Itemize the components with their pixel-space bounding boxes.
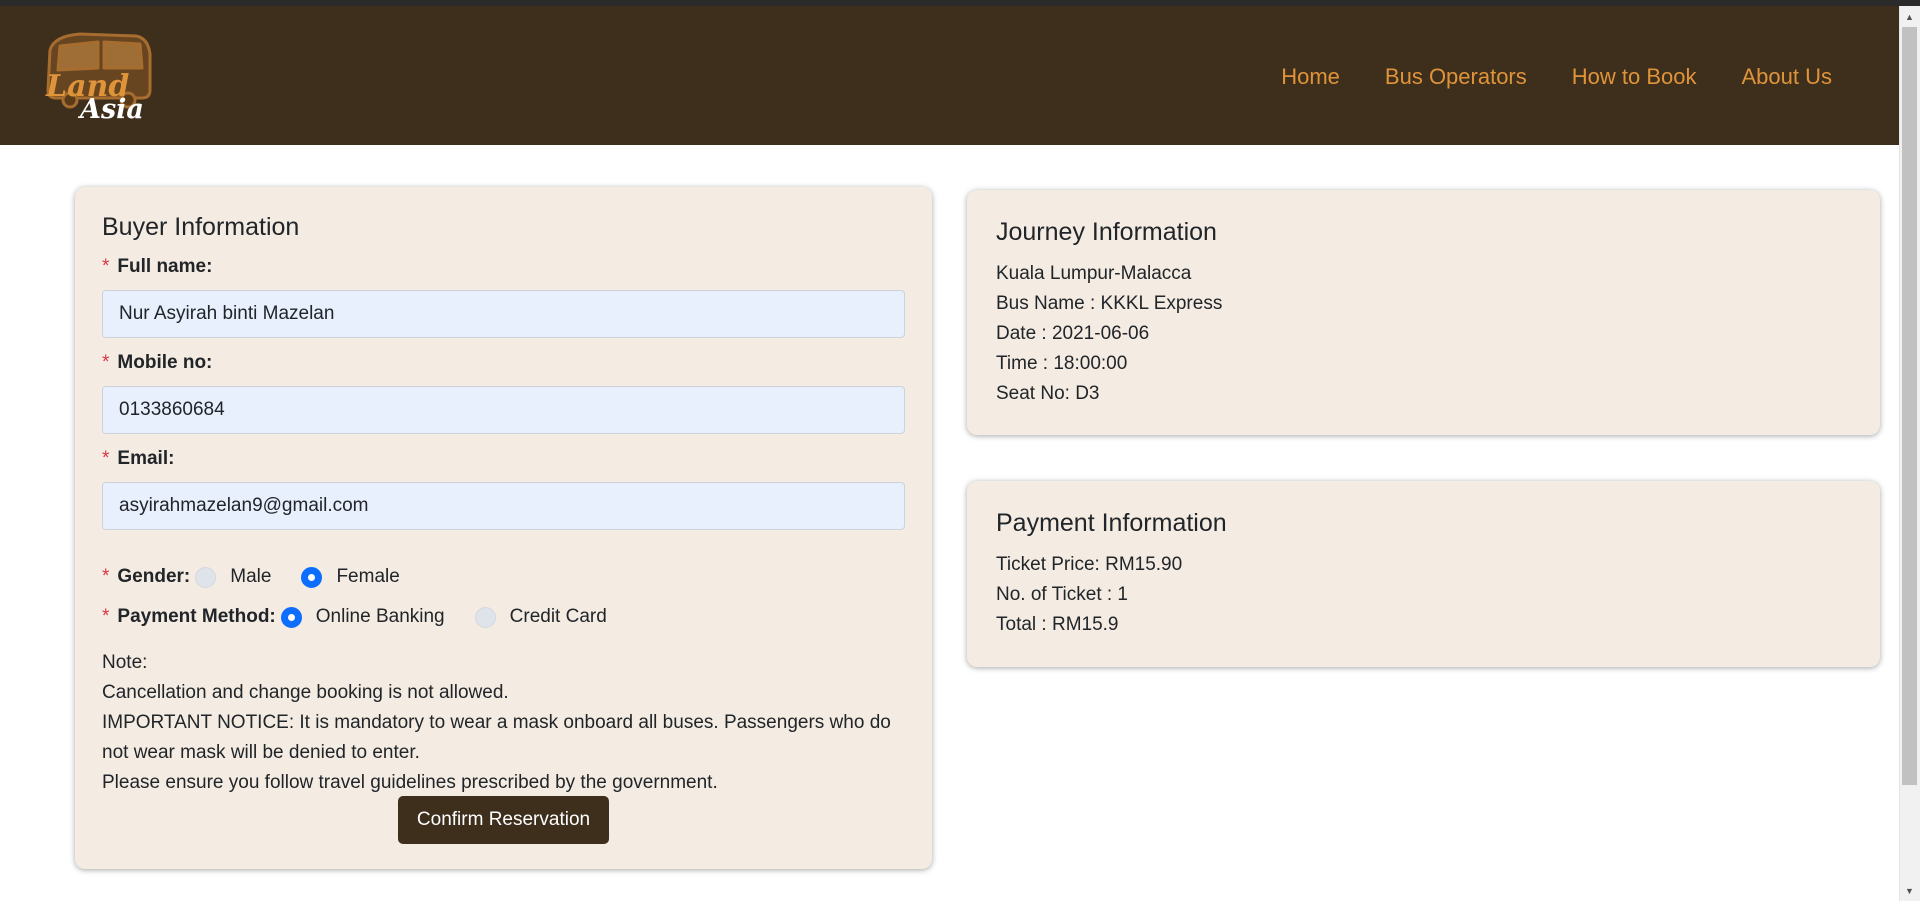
required-mark: * [102,606,110,627]
mobile-label: * Mobile no: [102,352,213,373]
required-mark: * [102,448,110,469]
gender-male-radio[interactable] [195,566,217,588]
scroll-up-arrow-icon[interactable]: ▲ [1899,8,1920,25]
note-guidelines: Please ensure you follow travel guidelin… [102,772,718,793]
payment-credit-card-radio[interactable] [474,606,496,628]
payment-online-banking-radio[interactable] [280,606,302,628]
payment-total: Total : RM15.9 [996,614,1119,635]
required-mark: * [102,256,110,277]
journey-date: Date : 2021-06-06 [996,323,1150,344]
full-name-input[interactable] [102,290,905,338]
bus-logo-icon: Land Asia [45,32,152,125]
nav-home[interactable]: Home [1281,64,1340,90]
payment-details: Ticket Price: RM15.90 No. of Ticket : 1 … [996,550,1851,640]
journey-details: Kuala Lumpur-Malacca Bus Name : KKKL Exp… [996,259,1851,409]
note-mask-notice: IMPORTANT NOTICE: It is mandatory to wea… [102,712,891,763]
buyer-information-title: Buyer Information [102,213,300,241]
payment-information-card: Payment Information Ticket Price: RM15.9… [967,481,1880,667]
confirm-reservation-button[interactable]: Confirm Reservation [398,796,609,844]
payment-credit-card-label[interactable]: Credit Card [510,606,607,628]
journey-information-title: Journey Information [996,218,1217,246]
journey-information-card: Journey Information Kuala Lumpur-Malacca… [967,190,1880,435]
gender-female-label[interactable]: Female [336,566,399,588]
payment-method-row: * Payment Method: Online Banking Credit … [102,604,905,630]
required-mark: * [102,352,110,373]
gender-row: * Gender: Male Female [102,564,905,590]
payment-ticket-price: Ticket Price: RM15.90 [996,554,1183,575]
navbar: Land Asia Home Bus Operators How to Book… [0,6,1899,145]
booking-notes: Note: Cancellation and change booking is… [102,648,905,798]
payment-information-title: Payment Information [996,509,1227,537]
main-nav: Home Bus Operators How to Book About Us [1281,64,1832,90]
payment-ticket-count: No. of Ticket : 1 [996,584,1128,605]
full-name-label: * Full name: [102,256,213,277]
land-asia-logo[interactable]: Land Asia [40,28,156,125]
journey-route: Kuala Lumpur-Malacca [996,263,1192,284]
journey-time: Time : 18:00:00 [996,353,1128,374]
scrollbar-thumb[interactable] [1902,27,1917,785]
scroll-down-arrow-icon[interactable]: ▼ [1899,882,1920,899]
mobile-input[interactable] [102,386,905,434]
nav-bus-operators[interactable]: Bus Operators [1385,64,1527,90]
buyer-information-card: Buyer Information * Full name: * Mobile … [75,187,932,869]
svg-text:Asia: Asia [77,94,144,124]
email-label: * Email: [102,448,175,469]
note-cancellation: Cancellation and change booking is not a… [102,682,509,703]
payment-method-label: * Payment Method: [102,606,276,627]
journey-seat: Seat No: D3 [996,383,1100,404]
gender-male-label[interactable]: Male [230,566,271,588]
gender-label: * Gender: [102,566,191,587]
note-heading: Note: [102,652,148,673]
required-mark: * [102,566,110,587]
email-input[interactable] [102,482,905,530]
nav-how-to-book[interactable]: How to Book [1572,64,1697,90]
journey-bus-name: Bus Name : KKKL Express [996,293,1223,314]
payment-online-banking-label[interactable]: Online Banking [316,606,445,628]
gender-female-radio[interactable] [301,566,323,588]
nav-about-us[interactable]: About Us [1742,64,1833,90]
